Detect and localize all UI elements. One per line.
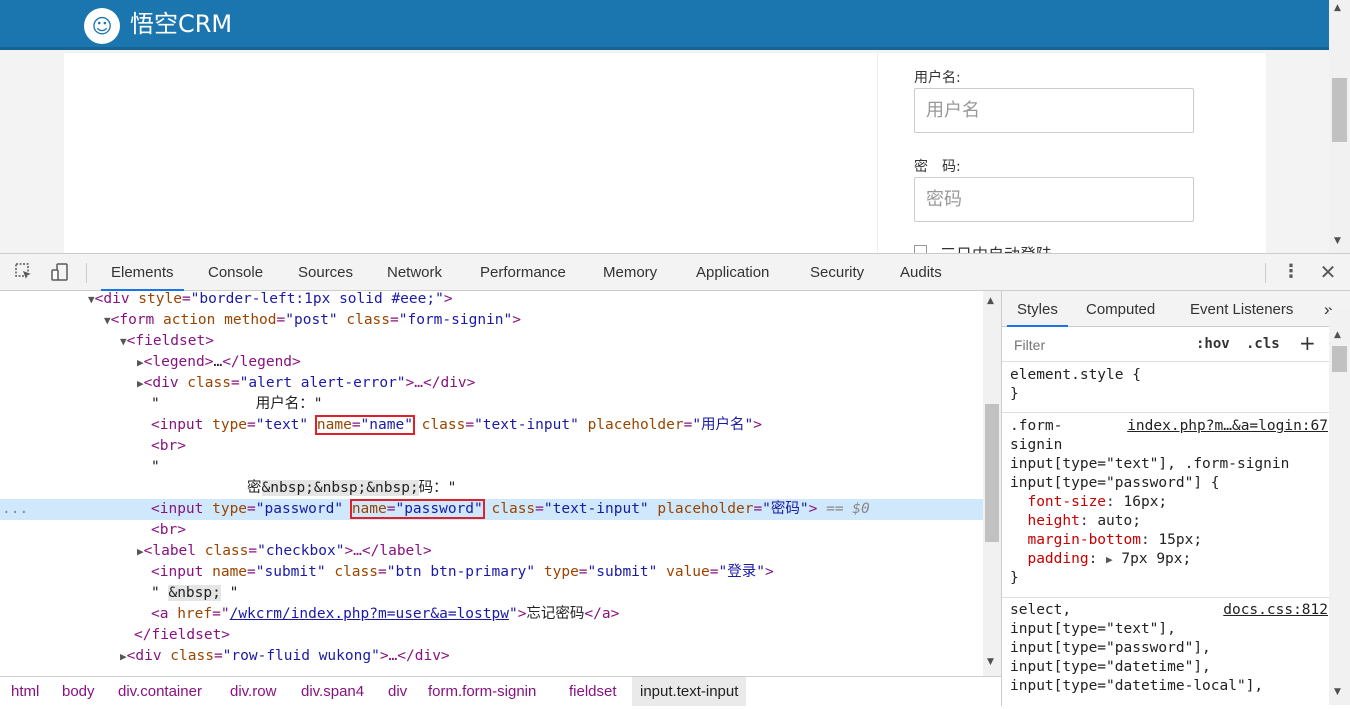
dom-node-a[interactable]: <a href="/wkcrm/index.php?m=user&a=lostp… — [0, 604, 983, 625]
dom-text-password[interactable]: 密&nbsp;&nbsp;&nbsp;码：" — [0, 478, 983, 499]
password-input[interactable] — [914, 177, 1194, 222]
scroll-up-icon[interactable]: ▲ — [987, 296, 994, 306]
close-devtools-icon[interactable]: ✕ — [1318, 262, 1338, 282]
dom-node-label[interactable]: ▶<label class="checkbox">…</label> — [0, 541, 983, 562]
dom-node-div[interactable]: ▼<div style="border-left:1px solid #eee;… — [0, 291, 983, 310]
dom-link-lostpw: /wkcrm/index.php?m=user&a=lostpw — [229, 606, 509, 622]
crumb-input-text-input[interactable]: input.text-input — [632, 677, 747, 706]
crumb-div-span4[interactable]: div.span4 — [293, 677, 372, 706]
site-header: ☺ 悟空CRM — [0, 0, 1329, 50]
tab-event-listeners[interactable]: Event Listeners — [1180, 291, 1303, 327]
dom-node-input-text[interactable]: <input type="text" name="name" class="te… — [0, 415, 983, 436]
highlight-box: name="password" — [349, 499, 485, 519]
breadcrumb: html body div.container div.row div.span… — [0, 676, 1001, 706]
dom-node-row-fluid[interactable]: ▶<div class="row-fluid wukong">…</div> — [0, 646, 983, 667]
toolbar-divider — [86, 263, 87, 283]
login-form: 用户名: 密 码: 三日内自动登陆 — [877, 53, 1266, 253]
dom-scrollbar[interactable]: ▲ ▼ — [983, 291, 1001, 676]
styles-scrollbar[interactable]: ▲ ▼ — [1329, 310, 1350, 705]
inspect-element-icon[interactable] — [14, 262, 34, 282]
dom-tree: ▼<div style="border-left:1px solid #eee;… — [0, 291, 983, 676]
scroll-up-icon[interactable]: ▲ — [1334, 3, 1341, 13]
tab-audits[interactable]: Audits — [890, 254, 952, 291]
dom-node-input-password-selected[interactable]: ... <input type="password" name="password… — [0, 499, 983, 520]
element-style-rule[interactable]: element.style { } — [1002, 364, 1330, 413]
crumb-form[interactable]: form.form-signin — [420, 677, 544, 706]
scrollbar-thumb[interactable] — [1332, 78, 1347, 142]
scrollbar-thumb[interactable] — [1332, 346, 1347, 372]
form-signin-rule[interactable]: index.php?m…&a=login:67 .form- signin inp… — [1002, 415, 1330, 598]
toolbar-divider — [1265, 263, 1266, 283]
dom-node-form[interactable]: ▼<form action method="post" class="form-… — [0, 310, 983, 331]
styles-filter-row: :hov .cls + — [1002, 327, 1330, 362]
tab-computed[interactable]: Computed — [1076, 291, 1165, 327]
scroll-down-icon[interactable]: ▼ — [1334, 687, 1341, 697]
cls-toggle[interactable]: .cls — [1246, 336, 1280, 352]
tab-security[interactable]: Security — [800, 254, 874, 291]
expand-shorthand-icon: ▶ — [1106, 553, 1113, 566]
remember-label: 三日内自动登陆 — [940, 241, 1052, 253]
styles-filter-input[interactable] — [1008, 332, 1183, 358]
password-label: 密 码: — [914, 159, 961, 175]
hov-toggle[interactable]: :hov — [1196, 336, 1230, 352]
rule-source-link[interactable]: index.php?m…&a=login:67 — [1127, 417, 1328, 436]
dom-node-fieldset-close[interactable]: </fieldset> — [0, 625, 983, 646]
crumb-div-container[interactable]: div.container — [110, 677, 210, 706]
username-label: 用户名: — [914, 70, 961, 86]
tab-performance[interactable]: Performance — [470, 254, 576, 291]
tab-styles[interactable]: Styles — [1007, 291, 1068, 327]
brand-name: 悟空CRM — [130, 10, 233, 38]
devtools-panel: Elements Console Sources Network Perform… — [0, 253, 1350, 706]
devtools-tabbar: Elements Console Sources Network Perform… — [0, 254, 1350, 291]
scroll-down-icon[interactable]: ▼ — [1334, 236, 1341, 246]
styles-pane: Styles Computed Event Listeners » :hov .… — [1001, 291, 1350, 706]
scroll-down-icon[interactable]: ▼ — [987, 657, 994, 667]
monkey-logo-icon: ☺ — [84, 8, 120, 44]
dom-node-br[interactable]: <br> — [0, 436, 983, 457]
scrollbar-thumb[interactable] — [985, 404, 999, 542]
more-options-icon[interactable]: ⋮ — [1281, 262, 1301, 282]
dom-node-alert-div[interactable]: ▶<div class="alert alert-error">…</div> — [0, 373, 983, 394]
scroll-up-icon[interactable]: ▲ — [1334, 330, 1341, 340]
styles-tabbar: Styles Computed Event Listeners » — [1002, 291, 1350, 327]
crumb-body[interactable]: body — [54, 677, 103, 706]
tab-network[interactable]: Network — [377, 254, 452, 291]
dom-node-br[interactable]: <br> — [0, 520, 983, 541]
tab-application[interactable]: Application — [686, 254, 779, 291]
tab-memory[interactable]: Memory — [593, 254, 667, 291]
new-rule-plus-icon[interactable]: + — [1299, 331, 1316, 355]
dom-node-input-submit[interactable]: <input name="submit" class="btn btn-prim… — [0, 562, 983, 583]
dom-node-legend[interactable]: ▶<legend>…</legend> — [0, 352, 983, 373]
rule-source-link[interactable]: docs.css:812 — [1223, 601, 1328, 620]
username-input[interactable] — [914, 88, 1194, 133]
crumb-div-row[interactable]: div.row — [222, 677, 284, 706]
tab-sources[interactable]: Sources — [288, 254, 363, 291]
docs-css-rule[interactable]: docs.css:812 select, input[type="text"], … — [1002, 599, 1330, 709]
crumb-fieldset[interactable]: fieldset — [561, 677, 625, 706]
remember-checkbox[interactable] — [914, 245, 927, 253]
crumb-html[interactable]: html — [3, 677, 47, 706]
highlight-box: name="name" — [314, 415, 415, 435]
device-toolbar-icon[interactable] — [50, 262, 70, 282]
dom-text-quote[interactable]: " — [0, 457, 983, 478]
page-scrollbar[interactable]: ▲ ▼ — [1329, 0, 1350, 253]
dom-text-username[interactable]: " 用户名：" — [0, 394, 983, 415]
dom-node-fieldset[interactable]: ▼<fieldset> — [0, 331, 983, 352]
web-page: ☺ 悟空CRM 用户名: 密 码: 三日内自动登陆 ▲ ▼ — [0, 0, 1350, 253]
dom-text-nbsp[interactable]: " &nbsp; " — [0, 583, 983, 604]
tab-console[interactable]: Console — [198, 254, 273, 291]
crumb-div[interactable]: div — [380, 677, 415, 706]
tab-elements[interactable]: Elements — [101, 254, 184, 291]
